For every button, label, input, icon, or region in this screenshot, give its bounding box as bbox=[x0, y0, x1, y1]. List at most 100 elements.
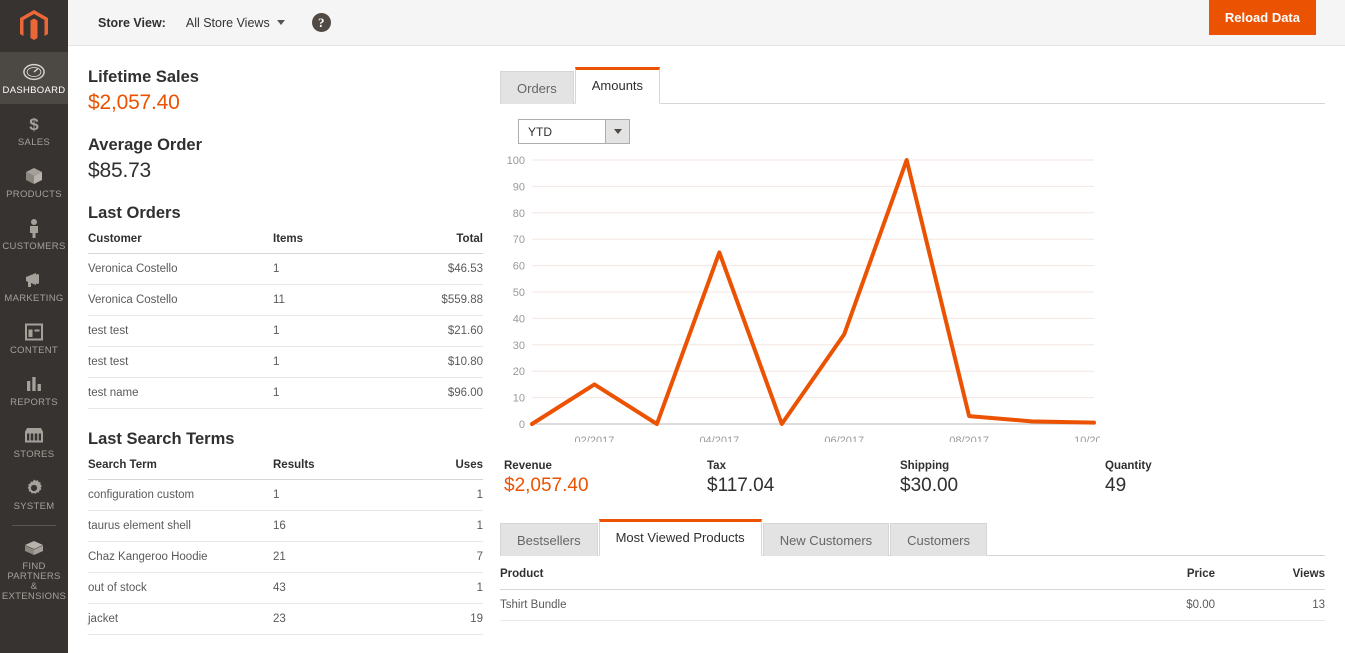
svg-text:02/2017: 02/2017 bbox=[575, 435, 615, 442]
table-row[interactable]: test test1$21.60 bbox=[88, 316, 483, 347]
svg-text:70: 70 bbox=[513, 234, 525, 246]
content-area: Lifetime Sales $2,057.40 Average Order $… bbox=[68, 46, 1345, 653]
table-cell: 1 bbox=[273, 254, 383, 285]
table-header-row: Customer Items Total bbox=[88, 230, 483, 254]
sidebar-item-marketing[interactable]: MARKETING bbox=[0, 260, 68, 312]
sidebar-item-find-partners[interactable]: FIND PARTNERS & EXTENSIONS bbox=[0, 528, 68, 610]
table-cell: $46.53 bbox=[383, 254, 483, 285]
last-search-terms-table: Search Term Results Uses configuration c… bbox=[88, 456, 483, 635]
period-select[interactable]: YTD bbox=[518, 119, 630, 144]
stat-label: Tax bbox=[707, 460, 900, 472]
sidebar-item-label: CUSTOMERS bbox=[2, 242, 65, 252]
tab-bestsellers[interactable]: Bestsellers bbox=[500, 523, 598, 556]
table-row[interactable]: Veronica Costello11$559.88 bbox=[88, 285, 483, 316]
tab-most-viewed-products[interactable]: Most Viewed Products bbox=[599, 519, 762, 556]
svg-text:10: 10 bbox=[513, 393, 525, 405]
table-header-row: Product Price Views bbox=[500, 564, 1325, 590]
megaphone-icon bbox=[23, 269, 45, 291]
table-row[interactable]: Tshirt Bundle$0.0013 bbox=[500, 590, 1325, 621]
table-row[interactable]: Veronica Costello1$46.53 bbox=[88, 254, 483, 285]
table-row[interactable]: jacket2319 bbox=[88, 604, 483, 635]
table-cell: Veronica Costello bbox=[88, 285, 273, 316]
sidebar-item-products[interactable]: PRODUCTS bbox=[0, 156, 68, 208]
stat-tax: Tax $117.04 bbox=[707, 460, 900, 497]
sidebar-item-label: MARKETING bbox=[4, 294, 63, 304]
bar-chart-icon bbox=[24, 373, 44, 395]
question-mark-icon[interactable]: ? bbox=[312, 13, 331, 32]
stat-quantity: Quantity 49 bbox=[1105, 460, 1152, 497]
sidebar-item-system[interactable]: SYSTEM bbox=[0, 468, 68, 520]
last-orders-title: Last Orders bbox=[88, 204, 488, 223]
table-row[interactable]: Chaz Kangeroo Hoodie217 bbox=[88, 542, 483, 573]
last-orders-table: Customer Items Total Veronica Costello1$… bbox=[88, 230, 483, 409]
table-cell: $21.60 bbox=[383, 316, 483, 347]
table-row[interactable]: out of stock431 bbox=[88, 573, 483, 604]
table-cell: Tshirt Bundle bbox=[500, 590, 1085, 621]
table-cell: 13 bbox=[1215, 590, 1325, 621]
most-viewed-products-table: Product Price Views Tshirt Bundle$0.0013 bbox=[500, 564, 1325, 621]
most-viewed-products-body: Tshirt Bundle$0.0013 bbox=[500, 590, 1325, 621]
dashboard-page: DASHBOARD $ SALES PRODUCTS bbox=[0, 0, 1345, 653]
table-row[interactable]: test test1$10.80 bbox=[88, 347, 483, 378]
top-bar: Store View: All Store Views ? Reload Dat… bbox=[68, 0, 1345, 46]
svg-text:80: 80 bbox=[513, 208, 525, 220]
stat-value: $2,057.40 bbox=[504, 475, 707, 497]
col-results: Results bbox=[273, 456, 383, 480]
stat-revenue: Revenue $2,057.40 bbox=[504, 460, 707, 497]
magento-logo-icon bbox=[20, 10, 48, 42]
sidebar-item-sales[interactable]: $ SALES bbox=[0, 104, 68, 156]
tab-orders[interactable]: Orders bbox=[500, 71, 574, 104]
sidebar-item-label: SYSTEM bbox=[14, 502, 55, 512]
stat-label: Quantity bbox=[1105, 460, 1152, 472]
table-cell: jacket bbox=[88, 604, 273, 635]
table-cell: out of stock bbox=[88, 573, 273, 604]
chart-tabs: Orders Amounts bbox=[500, 68, 1325, 104]
table-cell: 1 bbox=[273, 316, 383, 347]
sidebar-item-content[interactable]: CONTENT bbox=[0, 312, 68, 364]
amounts-chart-svg: 010203040506070809010002/201704/201706/2… bbox=[500, 152, 1100, 442]
sidebar-item-customers[interactable]: CUSTOMERS bbox=[0, 208, 68, 260]
col-product: Product bbox=[500, 564, 1085, 590]
table-cell: Veronica Costello bbox=[88, 254, 273, 285]
svg-text:60: 60 bbox=[513, 261, 525, 273]
svg-text:06/2017: 06/2017 bbox=[824, 435, 864, 442]
tab-new-customers[interactable]: New Customers bbox=[763, 523, 889, 556]
average-order-value: $85.73 bbox=[88, 159, 488, 183]
store-view-selector[interactable]: All Store Views bbox=[186, 16, 285, 30]
sidebar-item-label: REPORTS bbox=[10, 398, 58, 408]
sidebar-item-reports[interactable]: REPORTS bbox=[0, 364, 68, 416]
stat-value: $30.00 bbox=[900, 475, 1105, 497]
bottom-tabs: Bestsellers Most Viewed Products New Cus… bbox=[500, 519, 1325, 556]
tab-amounts[interactable]: Amounts bbox=[575, 67, 660, 104]
chevron-down-icon[interactable] bbox=[605, 120, 629, 143]
storefront-icon bbox=[23, 425, 45, 447]
sidebar-item-label: DASHBOARD bbox=[3, 86, 66, 96]
table-cell: $96.00 bbox=[383, 378, 483, 409]
table-cell: test test bbox=[88, 316, 273, 347]
reload-data-button[interactable]: Reload Data bbox=[1209, 0, 1316, 35]
dollar-icon: $ bbox=[26, 113, 42, 135]
table-cell: $0.00 bbox=[1085, 590, 1215, 621]
table-cell: 21 bbox=[273, 542, 383, 573]
tab-customers[interactable]: Customers bbox=[890, 523, 987, 556]
table-row[interactable]: configuration custom11 bbox=[88, 480, 483, 511]
table-cell: test test bbox=[88, 347, 273, 378]
box-icon bbox=[24, 165, 44, 187]
table-row[interactable]: test name1$96.00 bbox=[88, 378, 483, 409]
magento-logo[interactable] bbox=[0, 0, 68, 52]
svg-text:40: 40 bbox=[513, 313, 525, 325]
table-row[interactable]: taurus element shell161 bbox=[88, 511, 483, 542]
open-box-icon bbox=[23, 537, 45, 559]
col-search-term: Search Term bbox=[88, 456, 273, 480]
sidebar-item-label: CONTENT bbox=[10, 346, 58, 356]
col-uses: Uses bbox=[383, 456, 483, 480]
svg-text:08/2017: 08/2017 bbox=[949, 435, 989, 442]
sidebar-item-stores[interactable]: STORES bbox=[0, 416, 68, 468]
svg-text:30: 30 bbox=[513, 340, 525, 352]
person-icon bbox=[27, 217, 41, 239]
table-cell: 1 bbox=[383, 480, 483, 511]
stat-shipping: Shipping $30.00 bbox=[900, 460, 1105, 497]
sidebar-item-label: FIND PARTNERS bbox=[2, 562, 66, 582]
sidebar-item-dashboard[interactable]: DASHBOARD bbox=[0, 52, 68, 104]
table-cell: 11 bbox=[273, 285, 383, 316]
